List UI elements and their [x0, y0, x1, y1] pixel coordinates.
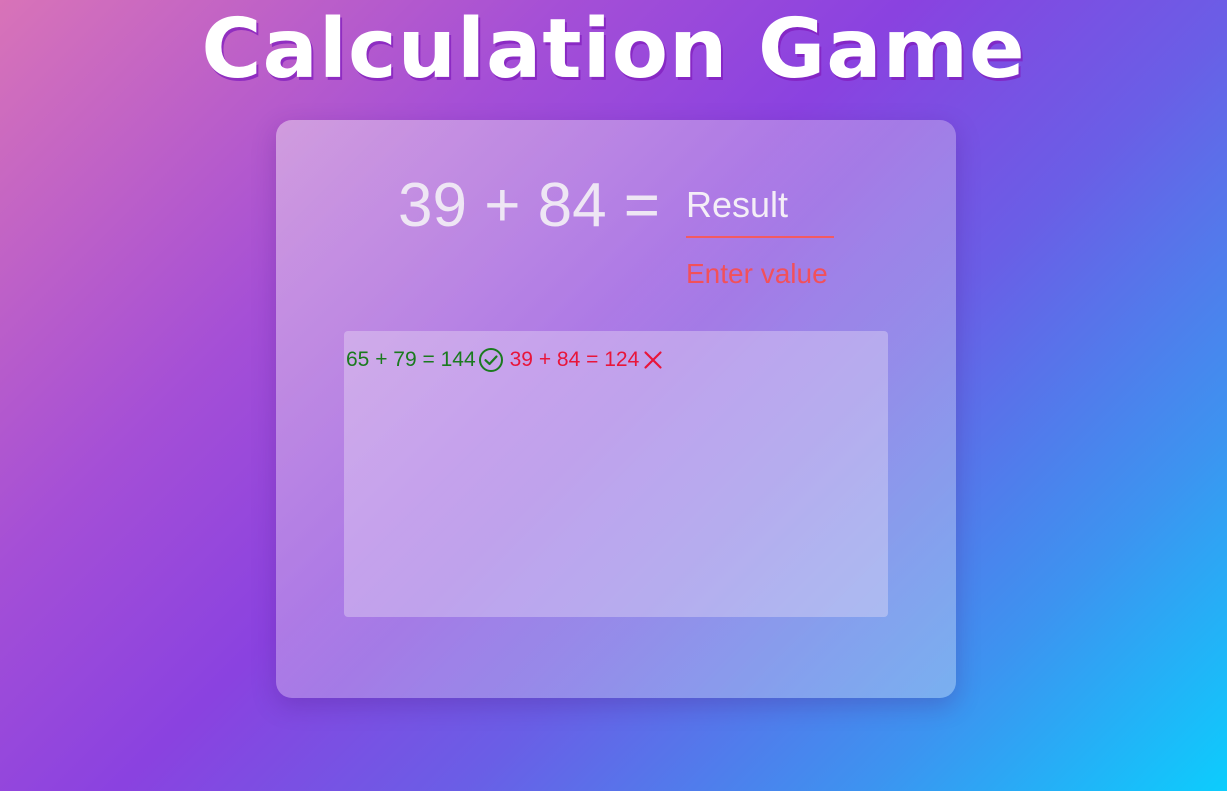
history-entry-correct: 65 + 79 = 144 — [346, 347, 504, 373]
equation-text: 39 + 84 = — [398, 171, 661, 240]
history-entry-text: 39 + 84 = 124 — [509, 348, 640, 371]
result-input[interactable] — [686, 180, 834, 238]
history-entry-wrong: 39 + 84 = 124 — [510, 347, 666, 373]
history-panel: 65 + 79 = 144 39 + 84 = 124 — [344, 331, 888, 617]
history-list: 65 + 79 = 144 39 + 84 = 124 — [346, 347, 665, 373]
page-title: Calculation Game — [201, 2, 1026, 97]
cross-icon — [641, 348, 665, 372]
error-message: Enter value — [686, 258, 828, 289]
history-entry-text: 65 + 79 = 144 — [346, 348, 476, 371]
check-circle-icon — [478, 347, 504, 373]
